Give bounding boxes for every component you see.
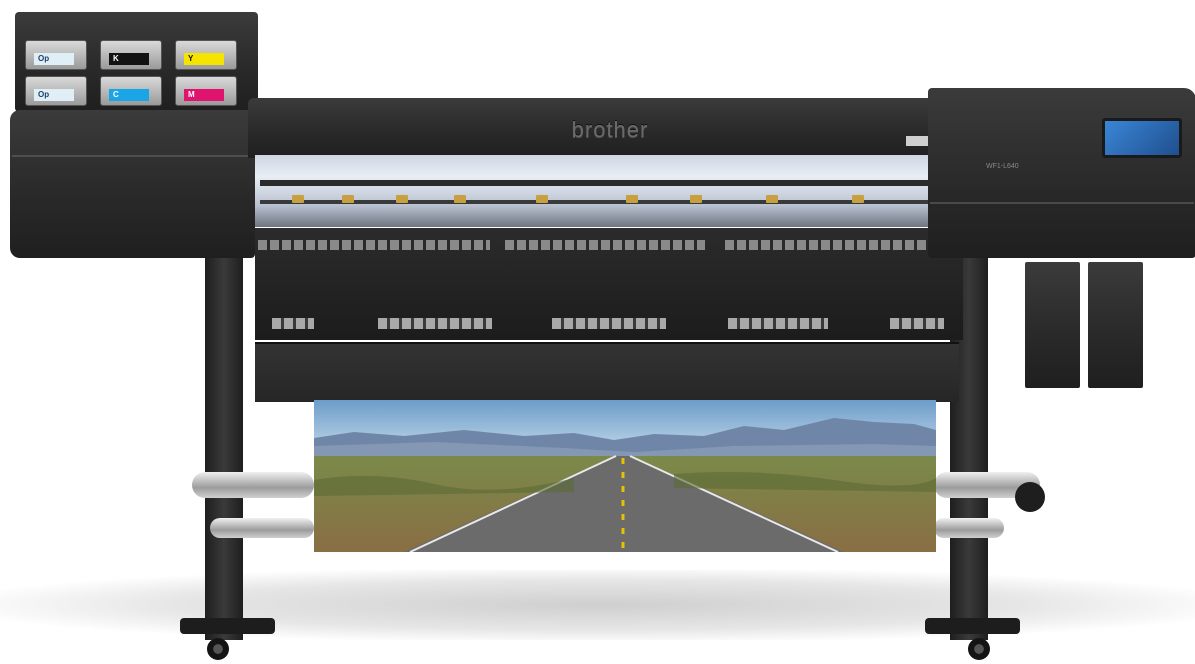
media-clamp	[766, 195, 778, 203]
media-clamp	[454, 195, 466, 203]
media-clamp	[292, 195, 304, 203]
media-clamp	[852, 195, 864, 203]
ink-cartridge-slot[interactable]: Y	[175, 40, 237, 70]
ink-label: K	[109, 53, 149, 65]
take-up-roller-left	[192, 472, 314, 498]
tension-bar-left	[210, 518, 314, 538]
right-foot	[925, 618, 1020, 634]
ink-cartridge-slot[interactable]: C	[100, 76, 162, 106]
lower-apron	[255, 342, 959, 402]
vent-row	[725, 240, 955, 250]
right-side-cabinet	[928, 88, 1195, 258]
carriage-rail	[260, 180, 958, 186]
heater-blocks	[552, 318, 666, 329]
left-side-cabinet	[10, 110, 255, 258]
vent-row	[505, 240, 705, 250]
ink-cartridge-slot[interactable]: M	[175, 76, 237, 106]
ink-label: M	[184, 89, 224, 101]
right-caster-wheel	[968, 638, 990, 660]
media-clamp	[536, 195, 548, 203]
left-cabinet-line	[12, 155, 252, 157]
heater-blocks	[378, 318, 492, 329]
ink-label: Y	[184, 53, 224, 65]
left-foot	[180, 618, 275, 634]
print-carriage-window	[255, 155, 963, 227]
vent-row	[258, 240, 490, 250]
heater-blocks	[272, 318, 314, 329]
printed-media-roll	[314, 400, 936, 552]
roller-hub-right	[1015, 482, 1045, 512]
ink-label: C	[109, 89, 149, 101]
media-clamp	[342, 195, 354, 203]
media-clamp	[626, 195, 638, 203]
waste-ink-tank	[1025, 262, 1080, 388]
heater-blocks	[728, 318, 828, 329]
heater-blocks	[890, 318, 944, 329]
ink-label: Op	[34, 53, 74, 65]
brand-logo: brother	[571, 117, 649, 142]
left-caster-wheel	[207, 638, 229, 660]
media-clamp	[690, 195, 702, 203]
right-cabinet-line	[930, 202, 1194, 204]
model-label: WF1-L640	[986, 163, 1019, 170]
control-panel-screen[interactable]	[1102, 118, 1182, 158]
tension-bar-right	[934, 518, 1004, 538]
left-leg	[205, 250, 243, 640]
ink-label: Op	[34, 89, 74, 101]
ink-cartridge-slot[interactable]: Op	[25, 40, 87, 70]
ink-cartridge-slot[interactable]: K	[100, 40, 162, 70]
ink-cartridge-slot[interactable]: Op	[25, 76, 87, 106]
waste-ink-tank	[1088, 262, 1143, 388]
media-clamp	[396, 195, 408, 203]
